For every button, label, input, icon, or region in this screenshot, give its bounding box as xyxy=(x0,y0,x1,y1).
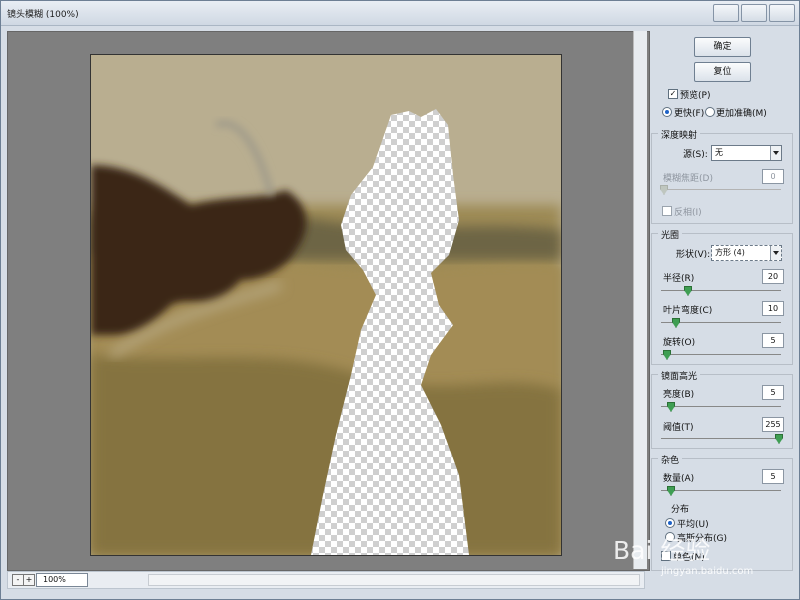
brightness-label: 亮度(B) xyxy=(663,390,695,400)
invert-checkbox[interactable] xyxy=(662,206,672,216)
preview-image xyxy=(90,54,562,556)
baidu-watermark-logo: Bai 经验 xyxy=(613,536,711,565)
amount-slider[interactable] xyxy=(661,486,781,496)
chevron-down-icon xyxy=(770,146,781,160)
zoom-level-select[interactable]: 100% xyxy=(36,573,88,587)
specular-title: 镜面高光 xyxy=(658,369,701,382)
chevron-down-icon xyxy=(770,246,781,260)
reset-button[interactable]: 复位 xyxy=(694,62,751,82)
invert-label: 反相(I) xyxy=(674,208,702,218)
preview-label: 预览(P) xyxy=(680,91,711,101)
baidu-watermark-url: jingyan.baidu.com xyxy=(661,566,754,577)
faster-radio[interactable] xyxy=(662,107,672,117)
image-scene xyxy=(91,55,561,555)
zoom-bar: - + 100% xyxy=(7,571,645,589)
radius-label: 半径(R) xyxy=(663,274,695,284)
amount-label: 数量(A) xyxy=(663,474,695,484)
faster-label: 更快(F) xyxy=(674,109,705,119)
rotation-label: 旋转(O) xyxy=(663,338,696,348)
lens-blur-dialog: 镜头模糊 (100%) - + 100% 确定 复位 ✓ 预览(P) 更快(F)… xyxy=(0,0,800,600)
depth-map-title: 深度映射 xyxy=(658,128,701,141)
horizontal-scrollbar[interactable] xyxy=(148,574,640,586)
shape-label: 形状(V): xyxy=(676,250,711,260)
blur-focal-field[interactable]: 0 xyxy=(762,169,784,184)
threshold-label: 阈值(T) xyxy=(663,423,694,433)
brightness-field[interactable]: 5 xyxy=(762,385,784,400)
maximize-button[interactable] xyxy=(741,4,767,22)
source-select[interactable]: 无 xyxy=(711,145,782,161)
preview-area[interactable] xyxy=(7,31,650,571)
threshold-field[interactable]: 255 xyxy=(762,417,784,432)
rotation-slider[interactable] xyxy=(661,350,781,360)
distribution-title: 分布 xyxy=(671,505,690,515)
more-accurate-label: 更加准确(M) xyxy=(716,109,767,119)
threshold-slider[interactable] xyxy=(661,434,783,444)
close-button[interactable] xyxy=(769,4,795,22)
blade-curvature-slider[interactable] xyxy=(661,318,781,328)
noise-title: 杂色 xyxy=(658,453,683,466)
zoom-in-button[interactable]: + xyxy=(23,574,35,586)
blur-focal-label: 模糊焦距(D) xyxy=(663,174,713,184)
blur-focal-slider[interactable] xyxy=(660,185,781,195)
brightness-slider[interactable] xyxy=(661,402,781,412)
radius-field[interactable]: 20 xyxy=(762,269,784,284)
uniform-label: 平均(U) xyxy=(677,520,709,530)
source-label: 源(S): xyxy=(683,150,708,160)
rotation-field[interactable]: 5 xyxy=(762,333,784,348)
uniform-radio[interactable] xyxy=(665,518,675,528)
title-bar: 镜头模糊 (100%) xyxy=(1,1,799,26)
minimize-button[interactable] xyxy=(713,4,739,22)
blade-curvature-label: 叶片弯度(C) xyxy=(663,306,713,316)
vertical-scrollbar[interactable] xyxy=(633,31,647,569)
window-title: 镜头模糊 (100%) xyxy=(7,10,79,20)
window-controls xyxy=(713,4,795,22)
blade-curvature-field[interactable]: 10 xyxy=(762,301,784,316)
shape-select[interactable]: 方形 (4) xyxy=(711,245,782,261)
iris-title: 光圈 xyxy=(658,228,683,241)
ok-button[interactable]: 确定 xyxy=(694,37,751,57)
source-value: 无 xyxy=(715,148,723,157)
preview-checkbox[interactable]: ✓ xyxy=(668,89,678,99)
amount-field[interactable]: 5 xyxy=(762,469,784,484)
more-accurate-radio[interactable] xyxy=(705,107,715,117)
radius-slider[interactable] xyxy=(661,286,781,296)
shape-value: 方形 (4) xyxy=(715,248,745,257)
zoom-level-value: 100% xyxy=(43,575,66,584)
